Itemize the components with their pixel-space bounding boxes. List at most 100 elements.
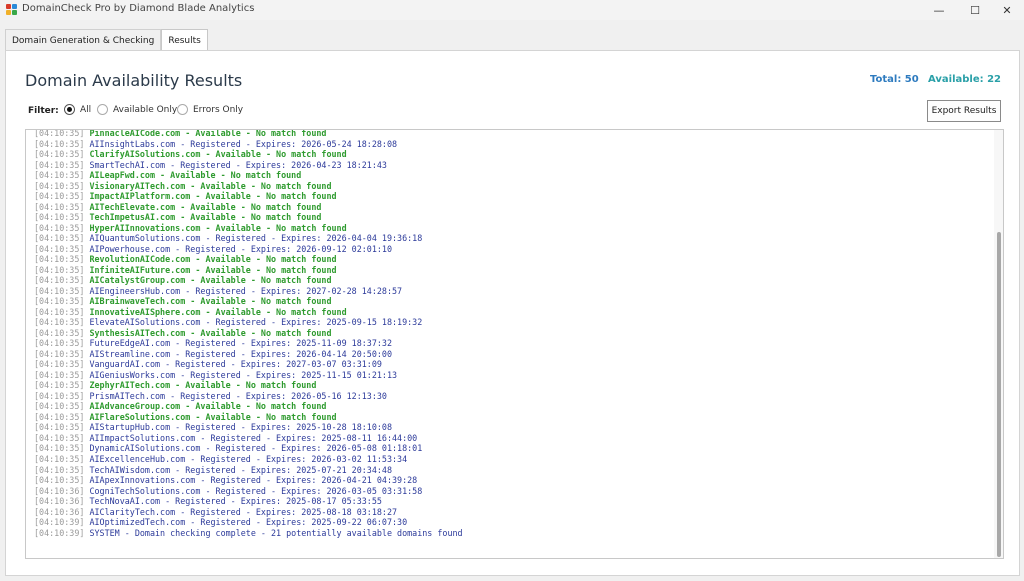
log-line: [04:10:35] AITechElevate.com - Available… [34,202,463,213]
log-line: [04:10:35] ImpactAIPlatform.com - Availa… [34,191,463,202]
log-timestamp: [04:10:35] [34,222,85,233]
log-line: [04:10:35] SynthesisAITech.com - Availab… [34,328,463,339]
log-line: [04:10:35] AIEngineersHub.com - Register… [34,286,463,297]
log-line: [04:10:35] AICatalystGroup.com - Availab… [34,275,463,286]
log-timestamp: [04:10:35] [34,129,85,138]
log-timestamp: [04:10:35] [34,359,85,370]
log-line: [04:10:35] AIStreamline.com - Registered… [34,349,463,360]
log-line: [04:10:35] AIPowerhouse.com - Registered… [34,244,463,255]
filter-all-radio[interactable]: All [64,104,91,115]
log-timestamp: [04:10:35] [34,159,85,170]
export-results-button[interactable]: Export Results [927,100,1001,122]
log-message: AIExcellenceHub.com - Registered - Expir… [89,453,408,464]
log-message: DynamicAISolutions.com - Registered - Ex… [89,443,423,454]
log-line: [04:10:39] AIOptimizedTech.com - Registe… [34,517,463,528]
log-message: TechNovaAI.com - Registered - Expires: 2… [89,496,382,507]
log-line: [04:10:36] AIClarityTech.com - Registere… [34,507,463,518]
log-line: [04:10:35] AIBrainwaveTech.com - Availab… [34,296,463,307]
log-message: InfiniteAIFuture.com - Available - No ma… [89,264,337,275]
log-line: [04:10:35] AIInsightLabs.com - Registere… [34,139,463,150]
tab-strip: Domain Generation & Checking Results [5,29,208,51]
log-message: AIBrainwaveTech.com - Available - No mat… [89,296,332,307]
radio-unchecked-icon [97,104,108,115]
log-line: [04:10:35] AILeapFwd.com - Available - N… [34,170,463,181]
log-timestamp: [04:10:35] [34,464,85,475]
log-line: [04:10:35] HyperAIInnovations.com - Avai… [34,223,463,234]
log-message: VanguardAI.com - Registered - Expires: 2… [89,359,382,370]
log-line: [04:10:36] TechNovaAI.com - Registered -… [34,496,463,507]
minimize-icon[interactable]: — [922,0,956,20]
filter-errors-label: Errors Only [193,104,244,115]
log-message: PinnacleAICode.com - Available - No matc… [89,129,327,138]
filter-available-radio[interactable]: Available Only [97,104,177,115]
log-message: AIPowerhouse.com - Registered - Expires:… [89,243,392,254]
app-logo-icon [6,4,17,15]
log-message: AIQuantumSolutions.com - Registered - Ex… [89,233,423,244]
log-message: ZephyrAITech.com - Available - No match … [89,380,317,391]
log-line: [04:10:35] InnovativeAISphere.com - Avai… [34,307,463,318]
log-message: InnovativeAISphere.com - Available - No … [89,306,347,317]
log-line: [04:10:35] AIGeniusWorks.com - Registere… [34,370,463,381]
log-timestamp: [04:10:35] [34,243,85,254]
log-line: [04:10:35] InfiniteAIFuture.com - Availa… [34,265,463,276]
log-timestamp: [04:10:35] [34,191,85,202]
log-timestamp: [04:10:39] [34,517,85,528]
close-icon[interactable]: ✕ [990,0,1024,20]
results-log[interactable]: [04:10:35] PinnacleAICode.com - Availabl… [25,129,1004,559]
filter-all-label: All [80,104,92,115]
log-message: RevolutionAICode.com - Available - No ma… [89,254,337,265]
log-timestamp: [04:10:36] [34,485,85,496]
log-timestamp: [04:10:35] [34,369,85,380]
log-message: AIInsightLabs.com - Registered - Expires… [89,138,398,149]
page-title: Domain Availability Results [25,71,243,90]
log-message: AICatalystGroup.com - Available - No mat… [89,275,332,286]
log-message: AITechElevate.com - Available - No match… [89,201,322,212]
log-message: SYSTEM - Domain checking complete - 21 p… [89,527,463,538]
log-message: SmartTechAI.com - Registered - Expires: … [89,159,387,170]
log-timestamp: [04:10:35] [34,233,85,244]
title-bar: DomainCheck Pro by Diamond Blade Analyti… [0,0,1024,20]
log-message: AIImpactSolutions.com - Registered - Exp… [89,432,418,443]
log-line: [04:10:35] ClarifyAISolutions.com - Avai… [34,149,463,160]
scrollbar-thumb[interactable] [997,232,1001,557]
maximize-icon[interactable]: ☐ [958,0,992,20]
log-message: TechImpetusAI.com - Available - No match… [89,212,322,223]
log-message: FutureEdgeAI.com - Registered - Expires:… [89,338,392,349]
log-message: PrismAITech.com - Registered - Expires: … [89,390,387,401]
total-count: Total: 50 [870,74,919,85]
log-timestamp: [04:10:35] [34,432,85,443]
log-line: [04:10:35] ZephyrAITech.com - Available … [34,380,463,391]
log-timestamp: [04:10:35] [34,327,85,338]
log-timestamp: [04:10:35] [34,453,85,464]
log-message: AIClarityTech.com - Registered - Expires… [89,506,398,517]
tab-domain-generation[interactable]: Domain Generation & Checking [5,29,162,51]
log-timestamp: [04:10:35] [34,149,85,160]
log-message: AIGeniusWorks.com - Registered - Expires… [89,369,398,380]
log-message: ElevateAISolutions.com - Registered - Ex… [89,317,423,328]
log-timestamp: [04:10:35] [34,275,85,286]
log-line: [04:10:35] AIImpactSolutions.com - Regis… [34,433,463,444]
log-line: [04:10:35] FutureEdgeAI.com - Registered… [34,338,463,349]
log-timestamp: [04:10:35] [34,296,85,307]
log-message: ClarifyAISolutions.com - Available - No … [89,149,347,160]
log-line: [04:10:35] RevolutionAICode.com - Availa… [34,254,463,265]
filter-label: Filter: [28,106,59,116]
log-line: [04:10:35] PrismAITech.com - Registered … [34,391,463,402]
log-message: AIOptimizedTech.com - Registered - Expir… [89,517,408,528]
radio-checked-icon [64,104,75,115]
log-scrollbar[interactable] [994,130,1003,558]
log-timestamp: [04:10:36] [34,506,85,517]
log-timestamp: [04:10:35] [34,338,85,349]
log-line: [04:10:35] SmartTechAI.com - Registered … [34,160,463,171]
results-panel: Domain Availability Results Total: 50 Av… [5,50,1020,576]
filter-available-label: Available Only [113,104,178,115]
tab-results[interactable]: Results [161,29,208,51]
log-line: [04:10:35] AIQuantumSolutions.com - Regi… [34,233,463,244]
log-line: [04:10:35] PinnacleAICode.com - Availabl… [34,129,463,139]
log-line: [04:10:35] TechAIWisdom.com - Registered… [34,465,463,476]
log-timestamp: [04:10:35] [34,390,85,401]
log-timestamp: [04:10:35] [34,138,85,149]
filter-errors-radio[interactable]: Errors Only [177,104,243,115]
log-message: AIApexInnovations.com - Registered - Exp… [89,475,418,486]
log-line: [04:10:35] AIStartupHub.com - Registered… [34,422,463,433]
